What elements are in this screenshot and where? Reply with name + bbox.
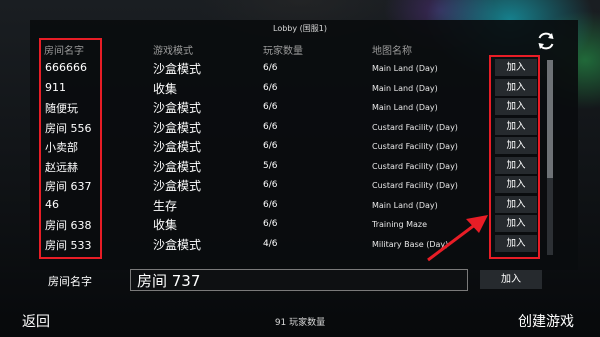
room-map: Custard Facility (Day) xyxy=(372,122,458,132)
room-players: 5/6 xyxy=(263,160,278,171)
column-header-player-count: 玩家数量 xyxy=(263,46,303,57)
room-mode: 沙盒模式 xyxy=(153,140,202,154)
room-mode: 收集 xyxy=(153,81,178,96)
room-map: Main Land (Day) xyxy=(372,103,438,112)
room-players: 6/6 xyxy=(263,82,278,93)
column-header-map-name: 地图名称 xyxy=(372,46,412,57)
room-row: 小卖部 沙盒模式 6/6 Custard Facility (Day) 加入 xyxy=(30,136,550,156)
room-mode: 沙盒模式 xyxy=(153,101,202,115)
room-row: 房间 637 沙盒模式 6/6 Custard Facility (Day) 加… xyxy=(30,175,550,195)
room-map: Training Maze xyxy=(372,220,428,229)
room-mode: 沙盒模式 xyxy=(153,62,202,76)
highlight-box-room-names xyxy=(39,38,102,259)
create-game-button[interactable]: 创建游戏 xyxy=(518,311,574,331)
room-list: 666666 沙盒模式 6/6 Main Land (Day) 加入 911 收… xyxy=(30,58,550,258)
room-mode: 沙盒模式 xyxy=(153,237,202,252)
room-players: 4/6 xyxy=(263,238,278,249)
room-players: 6/6 xyxy=(263,199,278,210)
room-players: 6/6 xyxy=(263,121,278,132)
column-header-game-mode: 游戏模式 xyxy=(153,46,193,57)
highlight-box-join-buttons xyxy=(489,55,540,259)
room-name-label: 房间名字 xyxy=(48,275,92,288)
room-players: 6/6 xyxy=(263,63,278,73)
join-button-bottom[interactable]: 加入 xyxy=(480,270,542,289)
room-map: Main Land (Day) xyxy=(372,200,438,210)
room-map: Military Base (Day) xyxy=(372,239,449,249)
room-map: Custard Facility (Day) xyxy=(372,142,458,151)
refresh-icon[interactable] xyxy=(535,30,557,52)
scrollbar-thumb[interactable] xyxy=(547,60,553,178)
room-row: 666666 沙盒模式 6/6 Main Land (Day) 加入 xyxy=(30,58,550,78)
room-players: 6/6 xyxy=(263,180,278,190)
room-mode: 收集 xyxy=(153,218,178,232)
room-map: Custard Facility (Day) xyxy=(372,161,458,171)
room-row: 随便玩 沙盒模式 6/6 Main Land (Day) 加入 xyxy=(30,97,550,117)
room-map: Custard Facility (Day) xyxy=(372,181,458,190)
room-name-input[interactable] xyxy=(130,269,468,291)
room-mode: 沙盒模式 xyxy=(153,120,202,135)
room-map: Main Land (Day) xyxy=(372,64,438,73)
lobby-title: Lobby (国服1) xyxy=(273,24,327,33)
room-players: 6/6 xyxy=(263,141,278,151)
room-players: 6/6 xyxy=(263,219,278,229)
room-row: 911 收集 6/6 Main Land (Day) 加入 xyxy=(30,78,550,98)
room-mode: 沙盒模式 xyxy=(153,179,202,193)
room-map: Main Land (Day) xyxy=(372,83,438,93)
room-row: 房间 533 沙盒模式 4/6 Military Base (Day) 加入 xyxy=(30,234,550,254)
room-mode: 沙盒模式 xyxy=(153,159,202,174)
online-player-count: 91 玩家数量 xyxy=(274,318,326,328)
room-row: 46 生存 6/6 Main Land (Day) 加入 xyxy=(30,195,550,215)
room-mode: 生存 xyxy=(153,198,178,213)
room-players: 6/6 xyxy=(263,102,278,112)
room-row: 房间 556 沙盒模式 6/6 Custard Facility (Day) 加… xyxy=(30,117,550,137)
room-row: 赵远赫 沙盒模式 5/6 Custard Facility (Day) 加入 xyxy=(30,156,550,176)
room-row: 房间 638 收集 6/6 Training Maze 加入 xyxy=(30,214,550,234)
